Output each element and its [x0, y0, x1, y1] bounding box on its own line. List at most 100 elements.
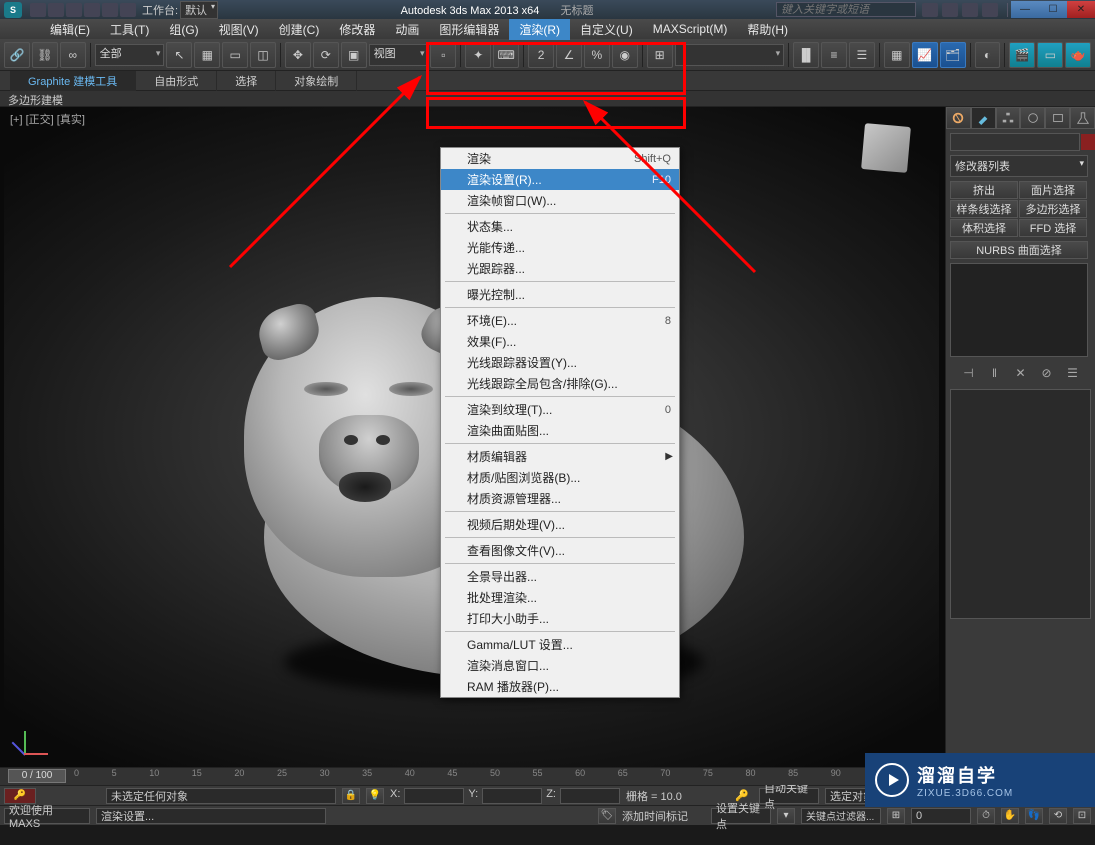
menu-item-0[interactable]: 渲染Shift+Q: [441, 148, 679, 169]
configure-icon[interactable]: ☰: [1064, 365, 1082, 381]
menu-C[interactable]: 创建(C): [269, 19, 330, 40]
menu-H[interactable]: 帮助(H): [737, 19, 798, 40]
set-key-button[interactable]: 设置关键点: [711, 808, 771, 824]
menu-R[interactable]: 渲染(R): [509, 19, 570, 40]
ribbon-tab-1[interactable]: 自由形式: [136, 71, 217, 91]
menu-[interactable]: 图形编辑器: [429, 19, 509, 40]
modifier-button-1[interactable]: 面片选择: [1019, 181, 1087, 199]
link-icon[interactable]: 🔗: [4, 42, 30, 68]
qat-redo-icon[interactable]: [102, 3, 118, 17]
signin-icon[interactable]: [942, 3, 958, 17]
menu-item-20[interactable]: 材质资源管理器...: [441, 488, 679, 509]
qat-new-icon[interactable]: [30, 3, 46, 17]
lock-icon[interactable]: 🔒: [342, 788, 360, 804]
spinner-snap-icon[interactable]: ◉: [612, 42, 638, 68]
manipulate-icon[interactable]: ✦: [465, 42, 491, 68]
render-icon[interactable]: 🫖: [1065, 42, 1091, 68]
menu-item-32[interactable]: RAM 播放器(P)...: [441, 676, 679, 697]
menu-item-12[interactable]: 光线跟踪器设置(Y)...: [441, 352, 679, 373]
minimize-button[interactable]: —: [1011, 1, 1039, 18]
menu-[interactable]: 动画: [385, 19, 429, 40]
ribbon-panel-label[interactable]: 多边形建模: [0, 91, 1095, 107]
show-end-icon[interactable]: ‖: [986, 365, 1004, 381]
workspace-combo[interactable]: 默认: [180, 1, 218, 19]
modifier-button-5[interactable]: FFD 选择: [1019, 219, 1087, 237]
menu-G[interactable]: 组(G): [159, 19, 208, 40]
window-crossing-icon[interactable]: ◫: [250, 42, 276, 68]
hierarchy-tab-icon[interactable]: [996, 107, 1021, 129]
menu-item-10[interactable]: 环境(E)...8: [441, 310, 679, 331]
pivot-icon[interactable]: ▫: [430, 42, 456, 68]
menu-T[interactable]: 工具(T): [100, 19, 159, 40]
bind-icon[interactable]: ∞: [60, 42, 86, 68]
snap-angle-icon[interactable]: ∠: [556, 42, 582, 68]
qat-undo-icon[interactable]: [84, 3, 100, 17]
nav-orbit-icon[interactable]: ⟲: [1049, 808, 1067, 824]
search-input[interactable]: [776, 2, 916, 17]
viewcube[interactable]: [861, 123, 911, 173]
named-selection-icon[interactable]: ⊞: [647, 42, 673, 68]
modifier-button-0[interactable]: 挤出: [950, 181, 1018, 199]
x-field[interactable]: [404, 788, 464, 804]
key-filters-icon[interactable]: ▾: [777, 808, 795, 824]
menu-item-19[interactable]: 材质/贴图浏览器(B)...: [441, 467, 679, 488]
menu-item-8[interactable]: 曝光控制...: [441, 284, 679, 305]
nav-maxtoggle-icon[interactable]: ⊡: [1073, 808, 1091, 824]
qat-save-icon[interactable]: [66, 3, 82, 17]
nav-pan-icon[interactable]: ✋: [1001, 808, 1019, 824]
menu-item-2[interactable]: 渲染帧窗口(W)...: [441, 190, 679, 211]
rotate-icon[interactable]: ⟳: [313, 42, 339, 68]
ribbon-toggle-icon[interactable]: ▦: [884, 42, 910, 68]
menu-item-27[interactable]: 批处理渲染...: [441, 587, 679, 608]
y-field[interactable]: [482, 788, 542, 804]
menu-item-24[interactable]: 查看图像文件(V)...: [441, 540, 679, 561]
help-icon[interactable]: [982, 3, 998, 17]
ribbon-tab-0[interactable]: Graphite 建模工具: [10, 71, 136, 91]
named-selection-combo[interactable]: [675, 44, 785, 66]
select-icon[interactable]: ↖: [166, 42, 192, 68]
menu-item-31[interactable]: 渲染消息窗口...: [441, 655, 679, 676]
add-time-tag[interactable]: 添加时间标记: [622, 808, 688, 824]
time-config-icon[interactable]: ⏱: [977, 808, 995, 824]
time-tag-icon[interactable]: 🏷: [598, 808, 616, 824]
snap-2d-icon[interactable]: 2: [528, 42, 554, 68]
nav-walk-icon[interactable]: 👣: [1025, 808, 1043, 824]
key-mode-toggle-icon[interactable]: ⊞: [887, 808, 905, 824]
time-slider-thumb[interactable]: 0 / 100: [8, 769, 66, 783]
modifier-stack[interactable]: [950, 263, 1088, 357]
menu-item-1[interactable]: 渲染设置(R)...F10: [441, 169, 679, 190]
menu-item-26[interactable]: 全景导出器...: [441, 566, 679, 587]
maxscript-mini[interactable]: 欢迎使用 MAXS: [4, 808, 90, 824]
unlink-icon[interactable]: ⛓: [32, 42, 58, 68]
key-filters-button[interactable]: 关键点过滤器...: [801, 808, 881, 824]
modifier-button-4[interactable]: 体积选择: [950, 219, 1018, 237]
make-unique-icon[interactable]: ✕: [1012, 365, 1030, 381]
menu-U[interactable]: 自定义(U): [570, 19, 643, 40]
material-editor-icon[interactable]: ◐: [975, 42, 1001, 68]
motion-tab-icon[interactable]: [1020, 107, 1045, 129]
keyboard-shortcut-icon[interactable]: ⌨: [493, 42, 519, 68]
modifier-button-3[interactable]: 多边形选择: [1019, 200, 1087, 218]
isolate-icon[interactable]: 💡: [366, 788, 384, 804]
modifier-button-2[interactable]: 样条线选择: [950, 200, 1018, 218]
z-field[interactable]: [560, 788, 620, 804]
align-icon[interactable]: ≡: [821, 42, 847, 68]
ribbon-tab-3[interactable]: 对象绘制: [276, 71, 357, 91]
scale-icon[interactable]: ▣: [341, 42, 367, 68]
menu-item-16[interactable]: 渲染曲面贴图...: [441, 420, 679, 441]
remove-mod-icon[interactable]: ⊘: [1038, 365, 1056, 381]
qat-open-icon[interactable]: [48, 3, 64, 17]
menu-item-15[interactable]: 渲染到纹理(T)...0: [441, 399, 679, 420]
move-icon[interactable]: ✥: [285, 42, 311, 68]
render-setup-icon[interactable]: 🎬: [1009, 42, 1035, 68]
menu-item-30[interactable]: Gamma/LUT 设置...: [441, 634, 679, 655]
viewport-label[interactable]: [+] [正交] [真实]: [10, 111, 85, 127]
menu-item-13[interactable]: 光线跟踪全局包含/排除(G)...: [441, 373, 679, 394]
modify-tab-icon[interactable]: [971, 107, 996, 129]
select-region-icon[interactable]: ▭: [222, 42, 248, 68]
infocenter-icon[interactable]: [922, 3, 938, 17]
close-button[interactable]: ✕: [1067, 1, 1095, 18]
curve-editor-icon[interactable]: 📈: [912, 42, 938, 68]
qat-project-icon[interactable]: [120, 3, 136, 17]
object-name-field[interactable]: [950, 133, 1080, 151]
